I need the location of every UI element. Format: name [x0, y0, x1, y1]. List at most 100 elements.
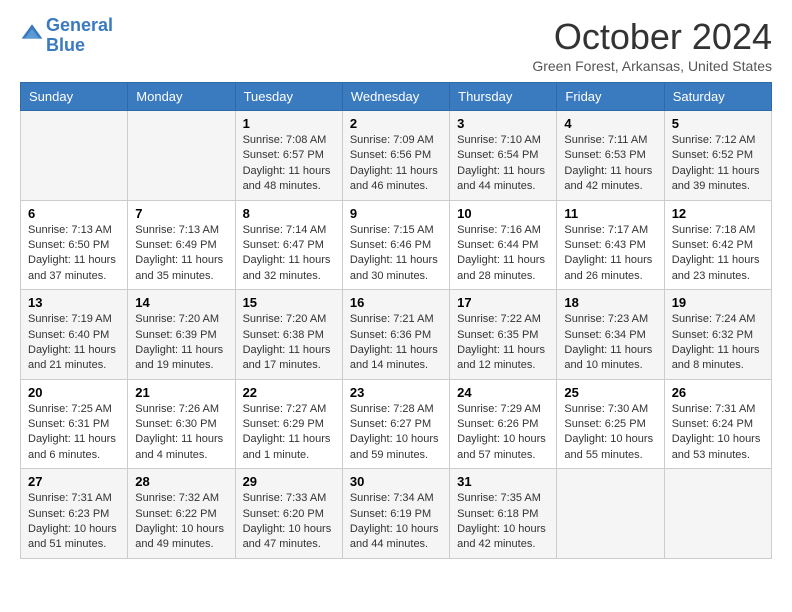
day-number: 15	[243, 295, 335, 310]
day-number: 7	[135, 206, 227, 221]
header-day-friday: Friday	[557, 83, 664, 111]
logo: General Blue	[20, 16, 113, 56]
day-number: 6	[28, 206, 120, 221]
week-row-2: 6Sunrise: 7:13 AM Sunset: 6:50 PM Daylig…	[21, 200, 772, 290]
calendar-cell: 16 Sunrise: 7:21 AM Sunset: 6:36 PM Dayli…	[342, 290, 449, 380]
day-number: 8	[243, 206, 335, 221]
calendar-table: SundayMondayTuesdayWednesdayThursdayFrid…	[20, 82, 772, 559]
calendar-cell: 15Sunrise: 7:20 AM Sunset: 6:38 PM Dayli…	[235, 290, 342, 380]
day-number: 18	[564, 295, 656, 310]
day-number: 11	[564, 206, 656, 221]
day-info: Sunrise: 7:21 AM Sunset: 6:36 PM Dayligh…	[350, 312, 442, 374]
calendar-cell: 26 Sunrise: 7:31 AM Sunset: 6:24 PM Dayli…	[664, 379, 771, 469]
calendar-cell: 10Sunrise: 7:16 AM Sunset: 6:44 PM Dayli…	[450, 200, 557, 290]
header-day-thursday: Thursday	[450, 83, 557, 111]
week-row-1: 1 Sunrise: 7:08 AM Sunset: 6:57 PM Daylig…	[21, 111, 772, 201]
day-info: Sunrise: 7:33 AM Sunset: 6:20 PM Dayligh…	[243, 491, 335, 553]
calendar-cell: 29Sunrise: 7:33 AM Sunset: 6:20 PM Dayli…	[235, 469, 342, 559]
calendar-cell: 25Sunrise: 7:30 AM Sunset: 6:25 PM Dayli…	[557, 379, 664, 469]
calendar-cell: 18 Sunrise: 7:23 AM Sunset: 6:34 PM Dayli…	[557, 290, 664, 380]
day-info: Sunrise: 7:11 AM Sunset: 6:53 PM Dayligh…	[564, 133, 656, 195]
calendar-cell: 4 Sunrise: 7:11 AM Sunset: 6:53 PM Daylig…	[557, 111, 664, 201]
day-number: 24	[457, 385, 549, 400]
day-info: Sunrise: 7:08 AM Sunset: 6:57 PM Dayligh…	[243, 133, 335, 195]
calendar-cell: 5 Sunrise: 7:12 AM Sunset: 6:52 PM Daylig…	[664, 111, 771, 201]
logo-text-line2: Blue	[46, 36, 113, 56]
day-number: 27	[28, 474, 120, 489]
header-day-wednesday: Wednesday	[342, 83, 449, 111]
day-number: 25	[564, 385, 656, 400]
day-info: Sunrise: 7:35 AM Sunset: 6:18 PM Dayligh…	[457, 491, 549, 553]
day-info: Sunrise: 7:31 AM Sunset: 6:24 PM Dayligh…	[672, 402, 764, 464]
day-number: 23	[350, 385, 442, 400]
header-row: SundayMondayTuesdayWednesdayThursdayFrid…	[21, 83, 772, 111]
day-info: Sunrise: 7:10 AM Sunset: 6:54 PM Dayligh…	[457, 133, 549, 195]
header-day-sunday: Sunday	[21, 83, 128, 111]
calendar-cell	[557, 469, 664, 559]
calendar-cell: 14 Sunrise: 7:20 AM Sunset: 6:39 PM Dayli…	[128, 290, 235, 380]
day-info: Sunrise: 7:31 AM Sunset: 6:23 PM Dayligh…	[28, 491, 120, 553]
calendar-cell: 6Sunrise: 7:13 AM Sunset: 6:50 PM Daylig…	[21, 200, 128, 290]
calendar-cell: 8Sunrise: 7:14 AM Sunset: 6:47 PM Daylig…	[235, 200, 342, 290]
day-info: Sunrise: 7:29 AM Sunset: 6:26 PM Dayligh…	[457, 402, 549, 464]
day-info: Sunrise: 7:13 AM Sunset: 6:49 PM Dayligh…	[135, 223, 227, 285]
header-day-monday: Monday	[128, 83, 235, 111]
day-number: 28	[135, 474, 227, 489]
day-info: Sunrise: 7:09 AM Sunset: 6:56 PM Dayligh…	[350, 133, 442, 195]
day-number: 16	[350, 295, 442, 310]
day-number: 17	[457, 295, 549, 310]
calendar-cell: 30 Sunrise: 7:34 AM Sunset: 6:19 PM Dayli…	[342, 469, 449, 559]
day-number: 26	[672, 385, 764, 400]
day-number: 31	[457, 474, 549, 489]
day-number: 21	[135, 385, 227, 400]
day-number: 2	[350, 116, 442, 131]
day-info: Sunrise: 7:20 AM Sunset: 6:39 PM Dayligh…	[135, 312, 227, 374]
week-row-3: 13Sunrise: 7:19 AM Sunset: 6:40 PM Dayli…	[21, 290, 772, 380]
calendar-header: SundayMondayTuesdayWednesdayThursdayFrid…	[21, 83, 772, 111]
day-info: Sunrise: 7:19 AM Sunset: 6:40 PM Dayligh…	[28, 312, 120, 374]
day-info: Sunrise: 7:34 AM Sunset: 6:19 PM Dayligh…	[350, 491, 442, 553]
day-info: Sunrise: 7:25 AM Sunset: 6:31 PM Dayligh…	[28, 402, 120, 464]
calendar-cell: 24 Sunrise: 7:29 AM Sunset: 6:26 PM Dayli…	[450, 379, 557, 469]
calendar-cell: 12Sunrise: 7:18 AM Sunset: 6:42 PM Dayli…	[664, 200, 771, 290]
calendar-cell	[21, 111, 128, 201]
calendar-cell: 1 Sunrise: 7:08 AM Sunset: 6:57 PM Daylig…	[235, 111, 342, 201]
calendar-cell: 20 Sunrise: 7:25 AM Sunset: 6:31 PM Dayli…	[21, 379, 128, 469]
calendar-body: 1 Sunrise: 7:08 AM Sunset: 6:57 PM Daylig…	[21, 111, 772, 559]
day-info: Sunrise: 7:17 AM Sunset: 6:43 PM Dayligh…	[564, 223, 656, 285]
week-row-4: 20 Sunrise: 7:25 AM Sunset: 6:31 PM Dayli…	[21, 379, 772, 469]
day-number: 5	[672, 116, 764, 131]
calendar-cell: 22 Sunrise: 7:27 AM Sunset: 6:29 PM Dayli…	[235, 379, 342, 469]
day-number: 1	[243, 116, 335, 131]
calendar-cell: 13Sunrise: 7:19 AM Sunset: 6:40 PM Dayli…	[21, 290, 128, 380]
calendar-cell: 21Sunrise: 7:26 AM Sunset: 6:30 PM Dayli…	[128, 379, 235, 469]
day-number: 19	[672, 295, 764, 310]
calendar-cell: 27 Sunrise: 7:31 AM Sunset: 6:23 PM Dayli…	[21, 469, 128, 559]
logo-text-line1: General	[46, 16, 113, 36]
calendar-cell: 31 Sunrise: 7:35 AM Sunset: 6:18 PM Dayli…	[450, 469, 557, 559]
header-day-saturday: Saturday	[664, 83, 771, 111]
day-info: Sunrise: 7:22 AM Sunset: 6:35 PM Dayligh…	[457, 312, 549, 374]
calendar-cell: 2 Sunrise: 7:09 AM Sunset: 6:56 PM Daylig…	[342, 111, 449, 201]
day-number: 30	[350, 474, 442, 489]
day-number: 4	[564, 116, 656, 131]
day-info: Sunrise: 7:23 AM Sunset: 6:34 PM Dayligh…	[564, 312, 656, 374]
day-number: 22	[243, 385, 335, 400]
week-row-5: 27 Sunrise: 7:31 AM Sunset: 6:23 PM Dayli…	[21, 469, 772, 559]
day-number: 10	[457, 206, 549, 221]
calendar-cell: 19Sunrise: 7:24 AM Sunset: 6:32 PM Dayli…	[664, 290, 771, 380]
calendar-cell: 28Sunrise: 7:32 AM Sunset: 6:22 PM Dayli…	[128, 469, 235, 559]
header-day-tuesday: Tuesday	[235, 83, 342, 111]
calendar-cell: 3Sunrise: 7:10 AM Sunset: 6:54 PM Daylig…	[450, 111, 557, 201]
calendar-cell: 17 Sunrise: 7:22 AM Sunset: 6:35 PM Dayli…	[450, 290, 557, 380]
calendar-cell: 23 Sunrise: 7:28 AM Sunset: 6:27 PM Dayli…	[342, 379, 449, 469]
day-number: 9	[350, 206, 442, 221]
calendar-cell: 7 Sunrise: 7:13 AM Sunset: 6:49 PM Daylig…	[128, 200, 235, 290]
day-info: Sunrise: 7:18 AM Sunset: 6:42 PM Dayligh…	[672, 223, 764, 285]
day-number: 20	[28, 385, 120, 400]
day-info: Sunrise: 7:27 AM Sunset: 6:29 PM Dayligh…	[243, 402, 335, 464]
day-number: 14	[135, 295, 227, 310]
day-info: Sunrise: 7:28 AM Sunset: 6:27 PM Dayligh…	[350, 402, 442, 464]
day-info: Sunrise: 7:12 AM Sunset: 6:52 PM Dayligh…	[672, 133, 764, 195]
calendar-cell	[128, 111, 235, 201]
